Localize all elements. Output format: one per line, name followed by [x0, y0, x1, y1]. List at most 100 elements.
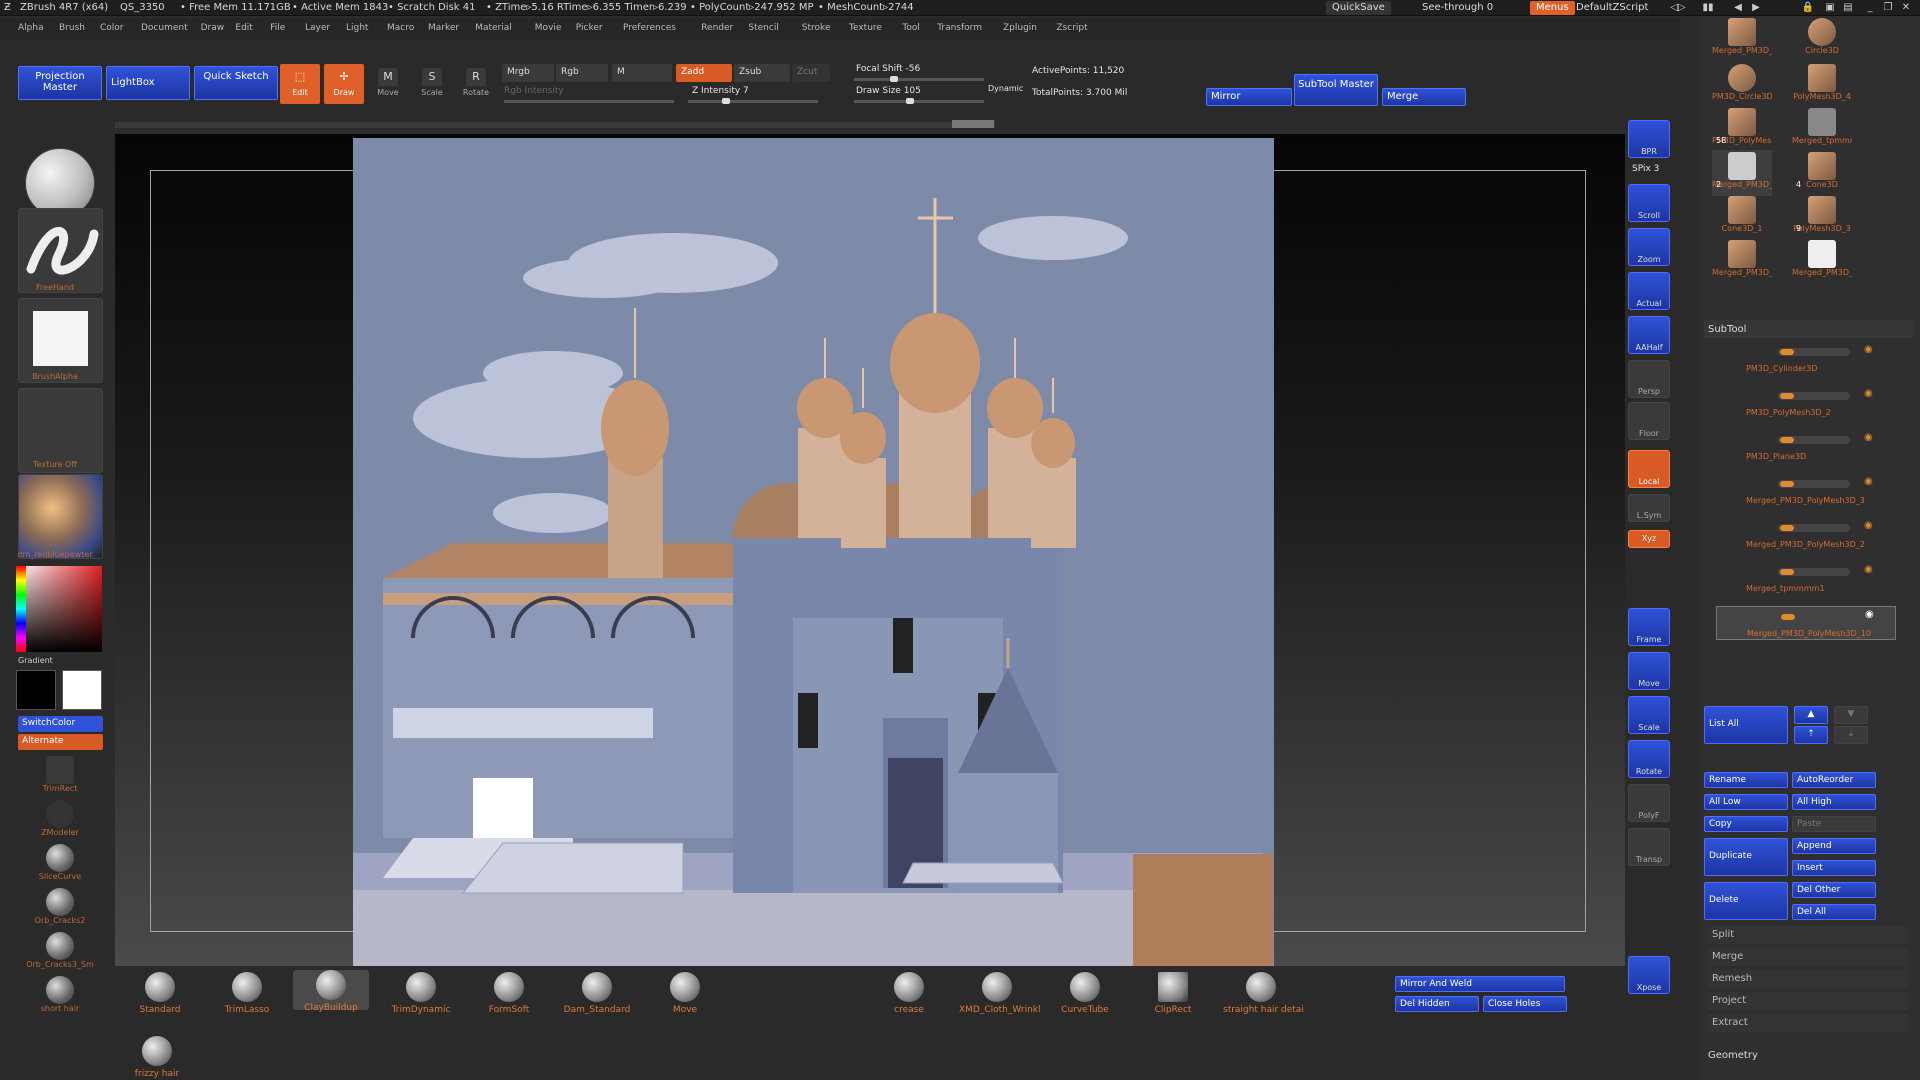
reorder-down-icon[interactable]: ⇣ [1834, 726, 1868, 744]
menu-texture[interactable]: Texture [849, 23, 882, 33]
menus-button[interactable]: Menus [1530, 1, 1575, 15]
mirror-and-weld-button[interactable]: Mirror And Weld [1395, 976, 1565, 992]
subtool-1-toggle[interactable] [1778, 348, 1850, 356]
focal-shift-knob[interactable] [890, 76, 898, 82]
m-button[interactable]: M [612, 64, 672, 82]
split-section[interactable]: Split [1708, 926, 1908, 944]
menu-alpha[interactable]: Alpha [18, 23, 44, 33]
tool-thumb-9[interactable]: Cone3D_1 [1712, 194, 1772, 240]
stroke-preview[interactable] [18, 208, 103, 293]
default-zscript-button[interactable]: DefaultZScript [1570, 1, 1654, 15]
all-low-button[interactable]: All Low [1704, 794, 1788, 810]
floor-button[interactable]: Floor [1628, 402, 1670, 440]
bpr-button[interactable]: BPR [1628, 120, 1670, 158]
move-down-arrow-icon[interactable]: ▼ [1834, 706, 1868, 724]
subtool-5-toggle[interactable] [1778, 524, 1850, 532]
z-intensity-knob[interactable] [722, 98, 730, 104]
list-all-button[interactable]: List All [1704, 706, 1788, 744]
scroll-button[interactable]: Scroll [1628, 184, 1670, 222]
see-through-slider[interactable]: See-through 0 [1416, 1, 1499, 15]
duplicate-button[interactable]: Duplicate [1704, 838, 1788, 876]
rgb-intensity-track[interactable] [504, 100, 674, 103]
remesh-section[interactable]: Remesh [1708, 970, 1908, 988]
eye-icon[interactable]: ◉ [1864, 344, 1873, 355]
move-mode-button[interactable]: M Move [368, 68, 408, 97]
menu-zplugin[interactable]: Zplugin [1003, 23, 1037, 33]
subtool-6-toggle[interactable] [1778, 568, 1850, 576]
lightbox-button[interactable]: LightBox [106, 66, 190, 100]
subtool-master-button[interactable]: SubTool Master [1294, 74, 1378, 106]
tool-thumb-8[interactable]: Cone3D [1792, 150, 1852, 196]
del-all-button[interactable]: Del All [1792, 904, 1876, 920]
menu-file[interactable]: File [270, 23, 285, 33]
zcut-button[interactable]: Zcut [792, 64, 830, 82]
z-intensity-track[interactable] [688, 100, 818, 103]
model-viewport[interactable] [353, 138, 1274, 968]
frame-button[interactable]: Frame [1628, 608, 1670, 646]
draw-size-knob[interactable] [906, 98, 914, 104]
brush-trimlasso[interactable]: TrimLasso [209, 972, 285, 1015]
rotate-mode-button[interactable]: R Rotate [456, 68, 496, 97]
draw-size-slider[interactable]: Draw Size 105 [856, 86, 921, 96]
rotate-view-button[interactable]: Rotate [1628, 740, 1670, 778]
eye-icon[interactable]: ◉ [1864, 476, 1873, 487]
menu-picker[interactable]: Picker [576, 23, 603, 33]
zmodeler-tool[interactable]: ZModeler [40, 800, 80, 837]
arrow-right-icon[interactable]: ▶ [1748, 2, 1764, 14]
menu-tool[interactable]: Tool [902, 23, 919, 33]
eye-icon[interactable]: ◉ [1864, 388, 1873, 399]
xpose-button[interactable]: Xpose [1628, 956, 1670, 994]
mrgb-button[interactable]: Mrgb [502, 64, 554, 82]
tool-thumb-10[interactable]: PolyMesh3D_3 [1792, 194, 1852, 240]
layout-toggle-icon[interactable]: ◁▷ [1670, 2, 1686, 14]
tool-thumb-4[interactable]: PolyMesh3D_4 [1792, 62, 1852, 108]
zadd-button[interactable]: Zadd [676, 64, 732, 82]
draw-size-track[interactable] [854, 100, 984, 103]
scale-view-button[interactable]: Scale [1628, 696, 1670, 734]
menu-layer[interactable]: Layer [305, 23, 330, 33]
subtool-3-toggle[interactable] [1778, 436, 1850, 444]
merge-section[interactable]: Merge [1708, 948, 1908, 966]
brush-claybuildup[interactable]: ClayBuildup [293, 970, 369, 1013]
lock-icon[interactable]: 🔒 [1800, 2, 1816, 14]
menu-document[interactable]: Document [141, 23, 188, 33]
menu-edit[interactable]: Edit [235, 23, 252, 33]
brush-curvetube[interactable]: CurveTube [1047, 972, 1123, 1015]
eye-icon[interactable]: ◉ [1864, 564, 1873, 575]
rgb-button[interactable]: Rgb [556, 64, 608, 82]
subtool-item-1[interactable]: ◉ PM3D_Cylinder3D [1716, 342, 1896, 376]
short-hair-tool[interactable]: short hair [40, 976, 80, 1013]
menu-render[interactable]: Render [701, 23, 733, 33]
menu-zscript[interactable]: Zscript [1056, 23, 1087, 33]
orb-cracks3-tool[interactable]: Orb_Cracks3_Sm [26, 932, 94, 969]
tiles2-icon[interactable]: ▤ [1840, 2, 1856, 14]
tool-thumb-3[interactable]: PM3D_Circle3D [1712, 62, 1772, 108]
paste-button[interactable]: Paste [1792, 816, 1876, 832]
menu-preferences[interactable]: Preferences [623, 23, 676, 33]
tool-thumb-1[interactable]: Merged_PM3D_Pol [1712, 16, 1772, 62]
eye-icon[interactable]: ◉ [1864, 432, 1873, 443]
horizontal-scroll-thumb[interactable] [952, 120, 994, 128]
polyf-button[interactable]: PolyF [1628, 784, 1670, 822]
zsub-button[interactable]: Zsub [734, 64, 790, 82]
subtool-item-6[interactable]: ◉ Merged_tpmmmm1 [1716, 562, 1896, 596]
restore-icon[interactable]: ❐ [1880, 2, 1896, 14]
xyz-button[interactable]: Xyz [1628, 530, 1670, 548]
brush-move[interactable]: Move [647, 972, 723, 1015]
subtool-4-toggle[interactable] [1778, 480, 1850, 488]
del-other-button[interactable]: Del Other [1792, 882, 1876, 898]
eye-icon[interactable]: ◉ [1864, 520, 1873, 531]
menu-stroke[interactable]: Stroke [802, 23, 831, 33]
persp-button[interactable]: Persp [1628, 360, 1670, 398]
menu-material[interactable]: Material [475, 23, 512, 33]
autoreorder-button[interactable]: AutoReorder [1792, 772, 1876, 788]
main-color-swatch[interactable] [16, 670, 56, 710]
mirror-button[interactable]: Mirror [1206, 88, 1292, 106]
tool-thumb-2[interactable]: Circle3D [1792, 16, 1852, 62]
edit-mode-button[interactable]: ⬚ Edit [280, 64, 320, 104]
quick-sketch-button[interactable]: Quick Sketch [194, 66, 278, 100]
lsym-button[interactable]: L.Sym [1628, 494, 1670, 522]
subtool-item-5[interactable]: ◉ Merged_PM3D_PolyMesh3D_2 [1716, 518, 1896, 552]
brush-straight-hair[interactable]: straight hair detai [1223, 972, 1304, 1015]
project-section[interactable]: Project [1708, 992, 1908, 1010]
